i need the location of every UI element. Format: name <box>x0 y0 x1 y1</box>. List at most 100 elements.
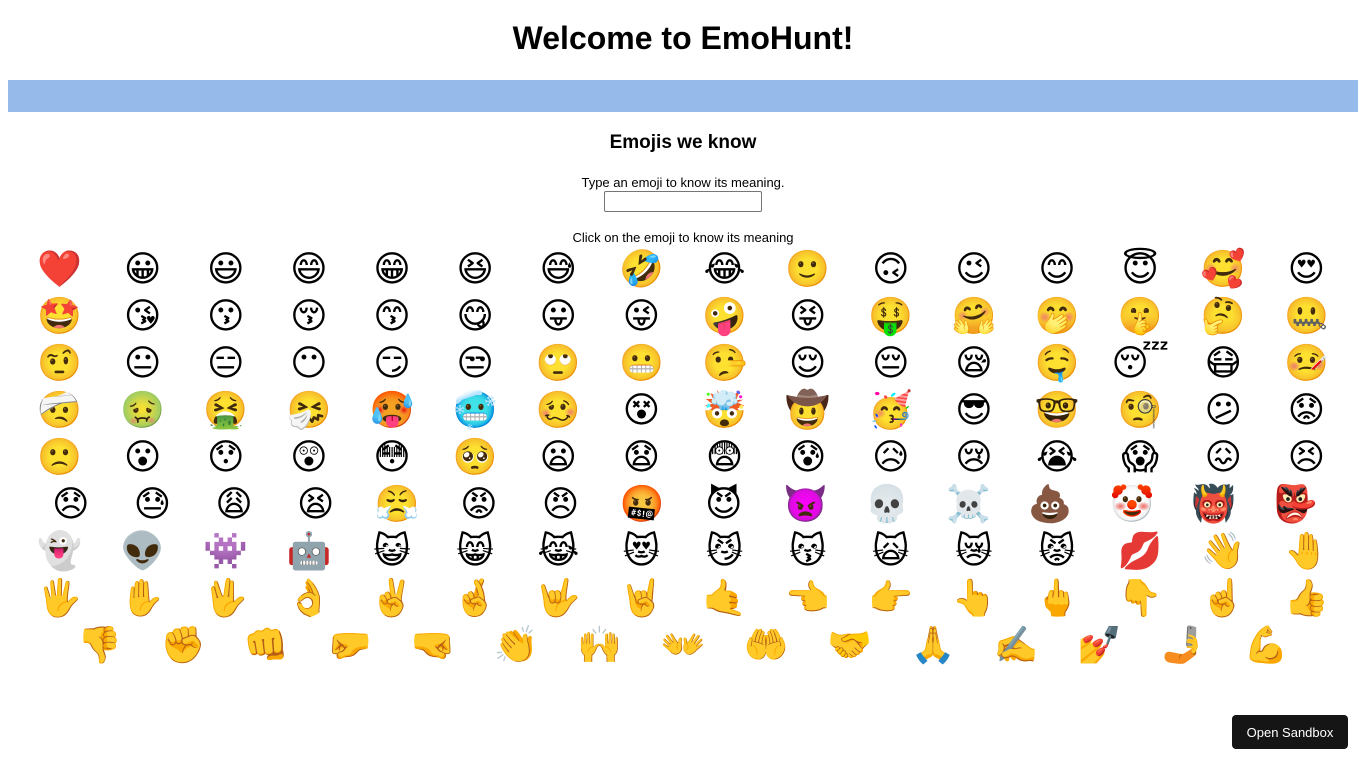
emoji-item[interactable]: ✌️ <box>368 576 416 622</box>
emoji-item[interactable]: 😕 <box>1199 388 1247 434</box>
emoji-item[interactable]: 😌 <box>784 341 832 387</box>
emoji-item[interactable]: 🥳 <box>867 388 915 434</box>
emoji-item[interactable]: ✋ <box>119 576 167 622</box>
emoji-item[interactable]: 👾 <box>202 529 250 575</box>
emoji-item[interactable]: 😓 <box>128 482 176 528</box>
emoji-item[interactable]: 🙁 <box>36 435 84 481</box>
emoji-item[interactable]: 🤚 <box>1282 529 1330 575</box>
emoji-item[interactable]: 😜 <box>617 294 665 340</box>
emoji-item[interactable]: 👏 <box>492 623 540 669</box>
emoji-item[interactable]: 😲 <box>285 435 333 481</box>
emoji-item[interactable]: 😏 <box>368 341 416 387</box>
emoji-item[interactable]: 🤧 <box>285 388 333 434</box>
emoji-item[interactable]: 😛 <box>534 294 582 340</box>
emoji-item[interactable]: 😔 <box>867 341 915 387</box>
emoji-item[interactable]: 🥺 <box>451 435 499 481</box>
emoji-item[interactable]: 😪 <box>950 341 998 387</box>
emoji-item[interactable]: 🤗 <box>950 294 998 340</box>
emoji-item[interactable]: 🙂 <box>784 247 832 293</box>
emoji-item[interactable]: 😟 <box>1282 388 1330 434</box>
emoji-item[interactable]: ☠️ <box>945 482 993 528</box>
emoji-item[interactable]: 😐 <box>119 341 167 387</box>
emoji-item[interactable]: 😼 <box>701 529 749 575</box>
emoji-item[interactable]: 🤙 <box>701 576 749 622</box>
emoji-item[interactable]: 🤞 <box>451 576 499 622</box>
emoji-item[interactable]: 😂 <box>701 247 749 293</box>
emoji-item[interactable]: 🖐️ <box>36 576 84 622</box>
emoji-item[interactable]: 😁 <box>368 247 416 293</box>
emoji-item[interactable]: 👆 <box>950 576 998 622</box>
emoji-item[interactable]: ✍️ <box>992 623 1040 669</box>
emoji-item[interactable]: 😚 <box>285 294 333 340</box>
emoji-item[interactable]: 👇 <box>1116 576 1164 622</box>
emoji-item[interactable]: 🥵 <box>368 388 416 434</box>
emoji-item[interactable]: 😯 <box>202 435 250 481</box>
emoji-item[interactable]: 👍 <box>1282 576 1330 622</box>
emoji-item[interactable]: 🤔 <box>1199 294 1247 340</box>
emoji-item[interactable]: 😡 <box>455 482 503 528</box>
emoji-item[interactable]: 🤜 <box>409 623 457 669</box>
emoji-item[interactable]: 😢 <box>950 435 998 481</box>
emoji-item[interactable]: 😈 <box>700 482 748 528</box>
emoji-item[interactable]: 👐 <box>659 623 707 669</box>
emoji-item[interactable]: 🤭 <box>1033 294 1081 340</box>
emoji-item[interactable]: 😳 <box>368 435 416 481</box>
emoji-item[interactable]: 😍 <box>1282 247 1330 293</box>
emoji-item[interactable]: 🙀 <box>867 529 915 575</box>
emoji-item[interactable]: 🤲 <box>742 623 790 669</box>
emoji-item[interactable]: 🤬 <box>618 482 666 528</box>
emoji-item[interactable]: 🤮 <box>202 388 250 434</box>
emoji-item[interactable]: 🤠 <box>784 388 832 434</box>
emoji-item[interactable]: 😦 <box>534 435 582 481</box>
emoji-item[interactable]: 💩 <box>1026 482 1074 528</box>
emoji-item[interactable]: 😱 <box>1116 435 1164 481</box>
emoji-item[interactable]: 👋 <box>1199 529 1247 575</box>
emoji-item[interactable]: 🤩 <box>36 294 84 340</box>
emoji-item[interactable]: 😶 <box>285 341 333 387</box>
emoji-item[interactable]: 😄 <box>285 247 333 293</box>
emoji-item[interactable]: 😵 <box>617 388 665 434</box>
emoji-item[interactable]: 👿 <box>781 482 829 528</box>
emoji-item[interactable]: 🤛 <box>326 623 374 669</box>
emoji-item[interactable]: 😬 <box>617 341 665 387</box>
emoji-item[interactable]: 😎 <box>950 388 998 434</box>
emoji-item[interactable]: 😆 <box>451 247 499 293</box>
emoji-search-input[interactable] <box>604 191 762 212</box>
emoji-item[interactable]: 😺 <box>368 529 416 575</box>
emoji-item[interactable]: 😞 <box>47 482 95 528</box>
emoji-item[interactable]: 🤐 <box>1282 294 1330 340</box>
emoji-item[interactable]: 🥰 <box>1199 247 1247 293</box>
emoji-item[interactable]: 👈 <box>784 576 832 622</box>
emoji-item[interactable]: 😖 <box>1199 435 1247 481</box>
emoji-item[interactable]: 🙄 <box>534 341 582 387</box>
emoji-item[interactable]: 💪 <box>1242 623 1290 669</box>
emoji-item[interactable]: ☝️ <box>1199 576 1247 622</box>
emoji-item[interactable]: 😊 <box>1033 247 1081 293</box>
emoji-item[interactable]: 💀 <box>863 482 911 528</box>
emoji-item[interactable]: 💋 <box>1116 529 1164 575</box>
emoji-item[interactable]: 😋 <box>451 294 499 340</box>
emoji-item[interactable]: 😤 <box>373 482 421 528</box>
emoji-item[interactable]: ❤️ <box>36 247 84 293</box>
emoji-item[interactable]: 😽 <box>784 529 832 575</box>
emoji-item[interactable]: 👻 <box>36 529 84 575</box>
emoji-item[interactable]: 😑 <box>202 341 250 387</box>
emoji-item[interactable]: 👌 <box>285 576 333 622</box>
emoji-item[interactable]: 👹 <box>1190 482 1238 528</box>
emoji-item[interactable]: 😴 <box>1111 341 1169 387</box>
emoji-item[interactable]: 👺 <box>1271 482 1319 528</box>
emoji-item[interactable]: 🤳 <box>1159 623 1207 669</box>
emoji-item[interactable]: 😣 <box>1282 435 1330 481</box>
emoji-item[interactable]: 😗 <box>202 294 250 340</box>
emoji-item[interactable]: 😨 <box>701 435 749 481</box>
emoji-item[interactable]: 😩 <box>210 482 258 528</box>
emoji-item[interactable]: 🤫 <box>1116 294 1164 340</box>
emoji-item[interactable]: 🤟 <box>534 576 582 622</box>
emoji-item[interactable]: 😀 <box>119 247 167 293</box>
emoji-item[interactable]: 🤖 <box>285 529 333 575</box>
emoji-item[interactable]: 👊 <box>242 623 290 669</box>
emoji-item[interactable]: 🤯 <box>701 388 749 434</box>
emoji-item[interactable]: 🖕 <box>1033 576 1081 622</box>
emoji-item[interactable]: 👎 <box>76 623 124 669</box>
emoji-item[interactable]: 😠 <box>537 482 585 528</box>
